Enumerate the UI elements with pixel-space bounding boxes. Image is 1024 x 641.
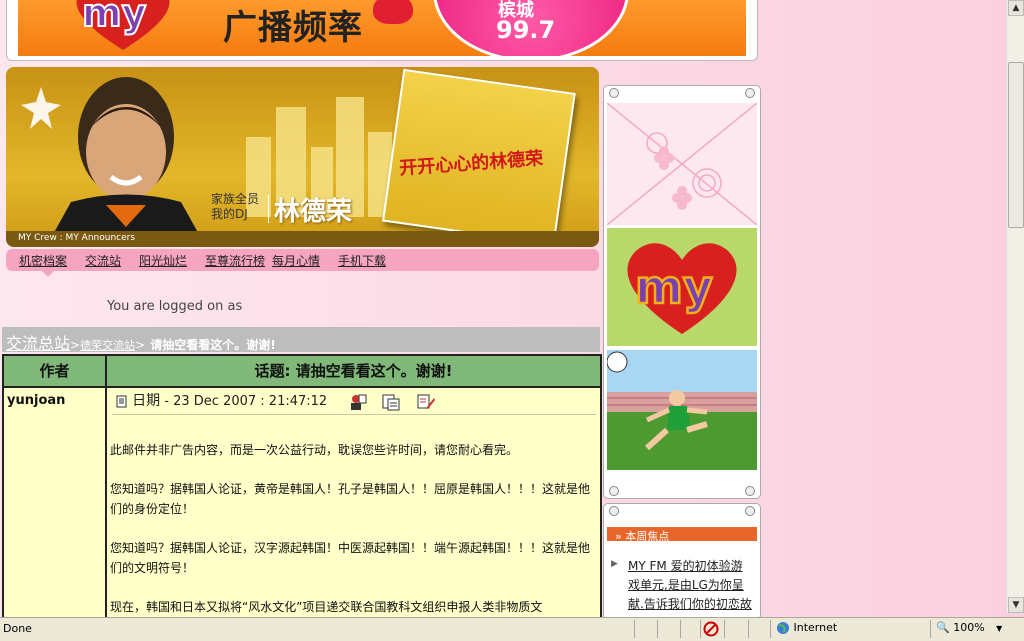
nav-item-sunshine[interactable]: 阳光灿烂 — [139, 252, 187, 269]
caption-divider — [268, 195, 269, 223]
magazine-cover: 开开心心的林德荣 — [380, 68, 599, 247]
zoom-level: 100% — [953, 621, 985, 634]
post-meta-divider — [112, 414, 596, 415]
breadcrumb-separator: > — [70, 338, 81, 352]
login-status: You are logged on as — [107, 299, 243, 314]
profile-icon[interactable] — [347, 393, 367, 411]
panel-close-icon[interactable] — [745, 88, 755, 98]
dj-caption: 家族全员 我的DJ — [211, 192, 259, 222]
post-body: 此邮件并非广告内容，而是一次公益行动，耽误您些许时间，请您耐心看完。 您知道吗？… — [110, 440, 595, 622]
radio-frequency-banner[interactable]: my 广播频率 槟城 99.7 — [18, 0, 746, 56]
double-chevron-icon: » — [615, 530, 622, 543]
post-author[interactable]: yunjoan — [7, 393, 65, 408]
weekly-focus-title: » 本周焦点 — [615, 528, 669, 544]
post-meta: 日期 - 23 Dec 2007 : 21:47:12 — [116, 390, 436, 411]
status-text: Done — [3, 622, 32, 635]
scroll-up-button[interactable]: ▲ — [1008, 0, 1024, 16]
scroll-down-button[interactable]: ▼ — [1008, 597, 1024, 613]
quote-reply-icon[interactable] — [381, 393, 401, 411]
panel-pin-icon — [609, 486, 619, 496]
nav-item-secret-files[interactable]: 机密档案 — [19, 252, 67, 269]
post-table: 作者 话题: 请抽空看看这个。谢谢! yunjoan 日期 - 23 Dec 2… — [2, 354, 602, 624]
section-nav: 机密档案 交流站 阳光灿烂 至尊流行榜 每月心情 手机下载 — [6, 249, 599, 271]
dj-hero-banner: 开开心心的林德荣 家族全员 我的DJ 林德荣 MY Crew : MY Anno… — [6, 67, 599, 247]
breadcrumb-root-link[interactable]: 交流总站 — [6, 334, 70, 353]
svg-text:my: my — [635, 260, 713, 314]
post-paragraph: 您知道吗？据韩国人论证，黄帝是韩国人！孔子是韩国人！！屈原是韩国人！！！这就是他… — [110, 482, 591, 516]
security-zone: Internet — [776, 621, 837, 635]
arrow-bullet-icon: ▶ — [611, 559, 618, 569]
panel-minimize-icon[interactable] — [745, 486, 755, 496]
globe-icon — [777, 622, 789, 634]
document-icon — [116, 395, 127, 408]
post-table-header: 作者 话题: 请抽空看看这个。谢谢! — [4, 356, 600, 388]
post-paragraph: 此邮件并非广告内容，而是一次公益行动，耽误您些许时间，请您耐心看完。 — [110, 443, 519, 457]
breadcrumb-forum-link[interactable]: 德荣交流站 — [80, 339, 135, 352]
my-fm-logo: my — [76, 0, 170, 50]
author-column-header: 作者 — [4, 356, 107, 386]
weekly-focus-link[interactable]: MY FM 爱的初体验游戏单元,是由LG为你呈献.告诉我们你的初恋故事 — [628, 557, 754, 614]
dj-caption-line2: 我的DJ — [211, 207, 248, 221]
popup-blocked-icon[interactable] — [703, 621, 719, 637]
nav-item-chart[interactable]: 至尊流行榜 — [205, 252, 265, 269]
breadcrumb: 交流总站>德荣交流站> 请抽空看看这个。谢谢! — [2, 327, 600, 353]
breadcrumb-current: 请抽空看看这个。谢谢! — [150, 338, 276, 352]
zoom-icon: 🔍 — [936, 621, 950, 634]
scrollbar-thumb[interactable] — [1008, 62, 1024, 228]
svg-text:my: my — [82, 0, 147, 35]
floral-pattern-image — [607, 103, 757, 225]
zoom-control[interactable]: 🔍 100% ▼ — [936, 621, 1002, 634]
weekly-focus-label: 本周焦点 — [625, 530, 670, 543]
banner-title: 广播频率 — [223, 8, 363, 48]
panel-close-icon[interactable] — [745, 506, 755, 516]
post-paragraph: 您知道吗？据韩国人论证，汉字源起韩国！中医源起韩国！！端午源起韩国！！！这就是他… — [110, 541, 591, 575]
security-zone-label: Internet — [793, 621, 838, 634]
dj-photo — [21, 77, 206, 247]
breadcrumb-separator: > — [135, 338, 146, 352]
nav-pointer — [42, 271, 54, 277]
crew-label: MY Crew : MY Announcers — [18, 233, 136, 243]
vertical-scrollbar[interactable]: ▲ ▼ — [1006, 0, 1024, 613]
nav-item-mobile-download[interactable]: 手机下载 — [338, 252, 386, 269]
my-fm-logo-image[interactable]: my — [607, 228, 757, 346]
panel-pin-icon — [609, 88, 619, 98]
frequency-value: 99.7 — [496, 16, 556, 44]
heart-decoration — [373, 0, 413, 24]
dj-caption-line1: 家族全员 — [211, 192, 260, 206]
nav-item-exchange-station[interactable]: 交流站 — [85, 252, 121, 269]
post-paragraph: 现在，韩国和日本又拟将“风水文化”项目递交联合国教科文组织申报人类非物质文 — [110, 600, 543, 614]
soccer-player-image[interactable] — [607, 350, 757, 470]
panel-pin-icon — [609, 506, 619, 516]
chevron-down-icon: ▼ — [996, 624, 1003, 633]
browser-status-bar: Done Internet 🔍 100% ▼ — [0, 617, 1024, 641]
dj-name: 林德荣 — [274, 197, 353, 227]
column-divider — [105, 388, 107, 622]
post-date-label: 日期 — [132, 393, 161, 409]
edit-post-icon[interactable] — [416, 393, 436, 411]
post-date-value: - 23 Dec 2007 : 21:47:12 — [164, 394, 328, 409]
topic-column-header: 话题: 请抽空看看这个。谢谢! — [254, 362, 453, 380]
nav-item-monthly-mood[interactable]: 每月心情 — [272, 252, 320, 269]
